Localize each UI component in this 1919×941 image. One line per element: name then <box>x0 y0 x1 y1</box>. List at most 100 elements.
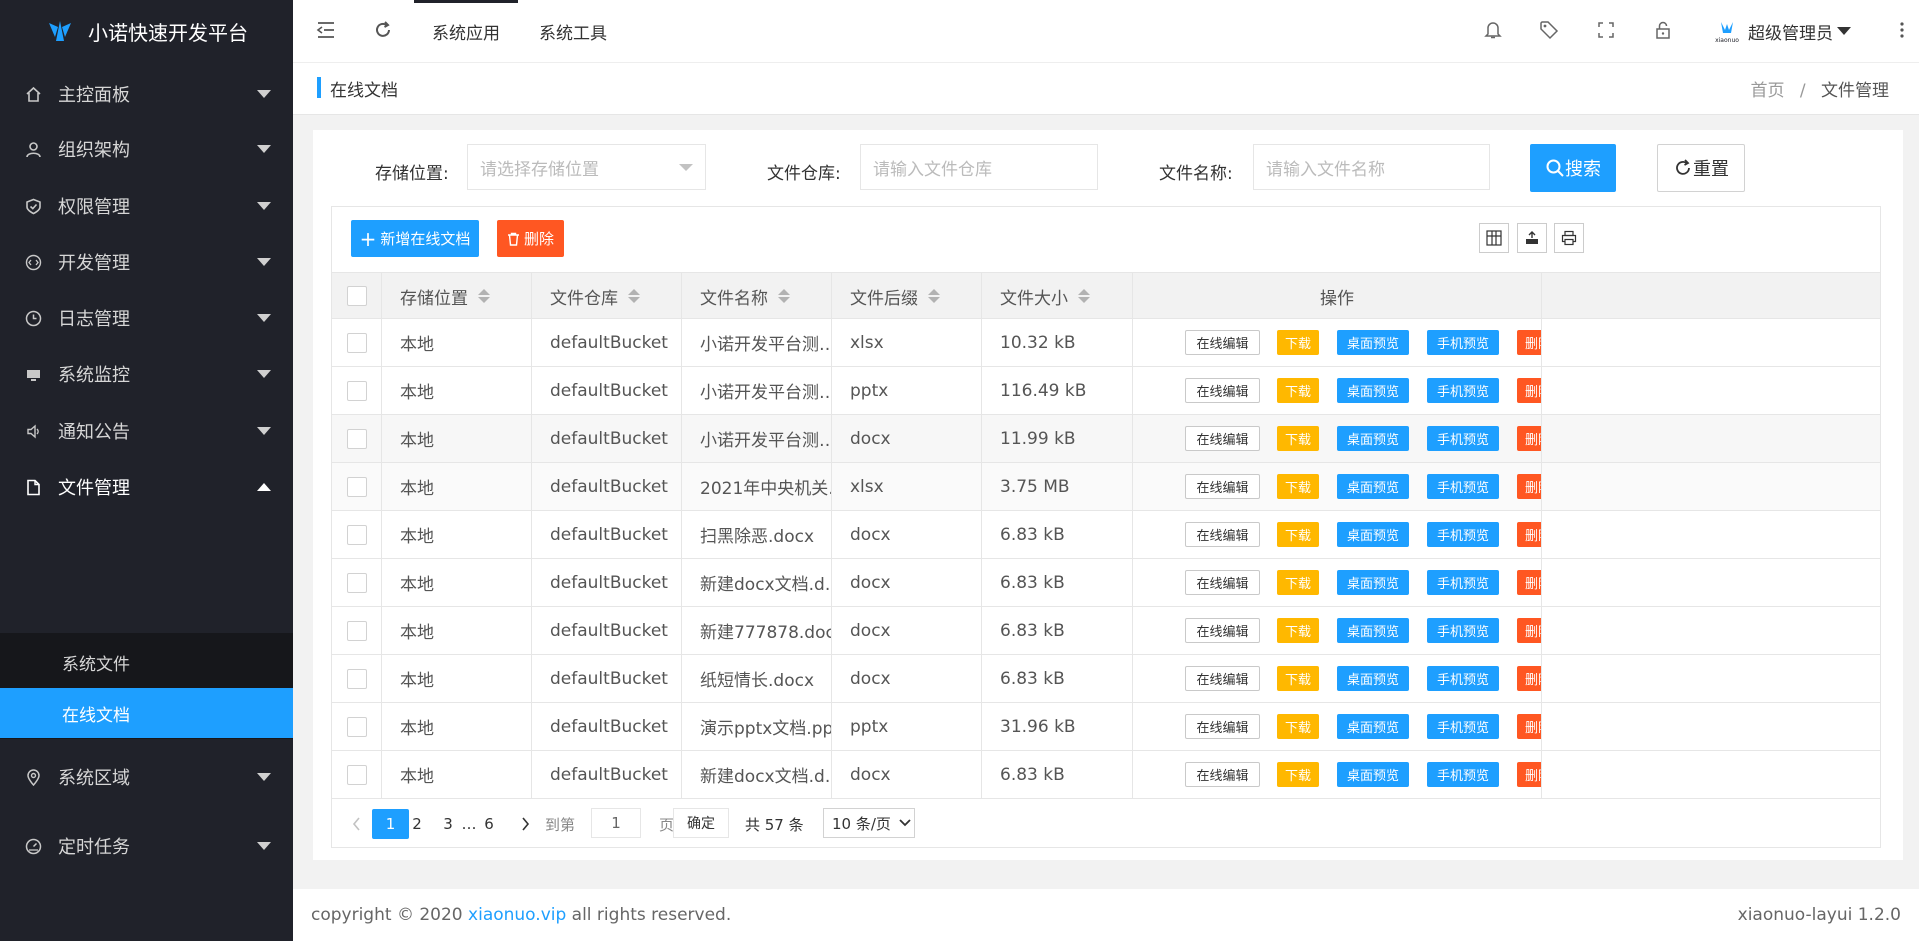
row-delete-button[interactable]: 删除 <box>1517 330 1541 355</box>
col-name[interactable]: 文件名称 <box>682 273 832 319</box>
row-delete-button[interactable]: 删除 <box>1517 378 1541 403</box>
sidebar-item-monitor[interactable]: 系统监控 <box>0 354 293 394</box>
prev-page-icon[interactable] <box>346 809 366 839</box>
export-icon[interactable] <box>1517 223 1547 253</box>
mobile-preview-button[interactable]: 手机预览 <box>1427 714 1499 739</box>
sort-icon[interactable] <box>778 289 790 303</box>
col-suffix[interactable]: 文件后缀 <box>832 273 982 319</box>
page-1[interactable]: 1 <box>372 809 409 839</box>
table-row[interactable]: 本地 defaultBucket 新建docx文档.d… docx 6.83 kB 在线编… <box>332 559 1880 607</box>
mobile-preview-button[interactable]: 手机预览 <box>1427 522 1499 547</box>
reset-button[interactable]: 重置 <box>1657 144 1745 192</box>
online-edit-button[interactable]: 在线编辑 <box>1185 426 1260 451</box>
table-row[interactable]: 本地 defaultBucket 2021年中央机关… xlsx 3.75 MB 在线编辑… <box>332 463 1880 511</box>
table-row[interactable]: 本地defaultBucket演示pptx文档.pptxpptx31.96 kB… <box>332 703 1880 751</box>
row-delete-button[interactable]: 删除 <box>1517 426 1541 451</box>
mobile-preview-button[interactable]: 手机预览 <box>1427 474 1499 499</box>
online-edit-button[interactable]: 在线编辑 <box>1185 522 1260 547</box>
pc-preview-button[interactable]: 桌面预览 <box>1337 426 1409 451</box>
mobile-preview-button[interactable]: 手机预览 <box>1427 762 1499 787</box>
row-checkbox[interactable] <box>347 668 367 689</box>
pc-preview-button[interactable]: 桌面预览 <box>1337 570 1409 595</box>
table-row[interactable]: 本地 defaultBucket 小诺开发平台测… pptx 116.49 kB 在线编辑… <box>332 367 1880 415</box>
download-button[interactable]: 下载 <box>1277 666 1319 691</box>
mobile-preview-button[interactable]: 手机预览 <box>1427 570 1499 595</box>
download-button[interactable]: 下载 <box>1277 522 1319 547</box>
lock-icon[interactable] <box>1651 18 1675 42</box>
breadcrumb-home[interactable]: 首页 <box>1750 81 1784 101</box>
pc-preview-button[interactable]: 桌面预览 <box>1337 522 1409 547</box>
online-edit-button[interactable]: 在线编辑 <box>1185 666 1260 691</box>
pc-preview-button[interactable]: 桌面预览 <box>1337 762 1409 787</box>
row-checkbox[interactable] <box>347 716 367 737</box>
page-2[interactable]: 2 <box>409 809 425 839</box>
table-row[interactable]: 本地 defaultBucket 小诺开发平台测… docx 11.99 kB 在线编辑下… <box>332 415 1880 463</box>
download-button[interactable]: 下载 <box>1277 714 1319 739</box>
pc-preview-button[interactable]: 桌面预览 <box>1337 618 1409 643</box>
row-checkbox[interactable] <box>347 380 367 401</box>
sort-icon[interactable] <box>1078 289 1090 303</box>
mobile-preview-button[interactable]: 手机预览 <box>1427 618 1499 643</box>
app-logo[interactable]: 小诺快速开发平台 <box>0 0 293 62</box>
add-doc-button[interactable]: + 新增在线文档 <box>351 220 479 257</box>
sidebar-item-region[interactable]: 系统区域 <box>0 757 293 797</box>
online-edit-button[interactable]: 在线编辑 <box>1185 474 1260 499</box>
download-button[interactable]: 下载 <box>1277 570 1319 595</box>
sort-icon[interactable] <box>478 289 490 303</box>
storage-select[interactable]: 请选择存储位置 <box>467 144 706 190</box>
goto-confirm-button[interactable]: 确定 <box>673 808 729 838</box>
pc-preview-button[interactable]: 桌面预览 <box>1337 474 1409 499</box>
fullscreen-icon[interactable] <box>1594 18 1618 42</box>
page-3[interactable]: 3 <box>440 809 456 839</box>
tab-system-tools[interactable]: 系统工具 <box>539 0 607 62</box>
bucket-input[interactable]: 请输入文件仓库 <box>860 144 1098 190</box>
sidebar-subitem-online-doc[interactable]: 在线文档 <box>0 688 293 738</box>
sidebar-subitem-system-file[interactable]: 系统文件 <box>0 637 293 687</box>
row-delete-button[interactable]: 删除 <box>1517 714 1541 739</box>
batch-delete-button[interactable]: 删除 <box>497 220 564 257</box>
pc-preview-button[interactable]: 桌面预览 <box>1337 666 1409 691</box>
menu-collapse-icon[interactable] <box>314 18 338 42</box>
name-input[interactable]: 请输入文件名称 <box>1253 144 1490 190</box>
row-delete-button[interactable]: 删除 <box>1517 666 1541 691</box>
sidebar-item-file[interactable]: 文件管理 <box>0 467 293 507</box>
sidebar-item-log[interactable]: 日志管理 <box>0 298 293 338</box>
mobile-preview-button[interactable]: 手机预览 <box>1427 378 1499 403</box>
table-row[interactable]: 本地 defaultBucket 新建docx文档.d… docx 6.83 kB 在线编… <box>332 751 1880 799</box>
tab-system-app[interactable]: 系统应用 <box>414 0 518 62</box>
more-icon[interactable] <box>1890 18 1914 42</box>
sidebar-item-dev[interactable]: 开发管理 <box>0 242 293 282</box>
sidebar-item-dashboard[interactable]: 主控面板 <box>0 74 293 114</box>
download-button[interactable]: 下载 <box>1277 330 1319 355</box>
pc-preview-button[interactable]: 桌面预览 <box>1337 714 1409 739</box>
row-checkbox[interactable] <box>347 428 367 449</box>
row-checkbox[interactable] <box>347 524 367 545</box>
pc-preview-button[interactable]: 桌面预览 <box>1337 330 1409 355</box>
download-button[interactable]: 下载 <box>1277 762 1319 787</box>
tag-icon[interactable] <box>1537 18 1561 42</box>
col-size[interactable]: 文件大小 <box>982 273 1133 319</box>
sidebar-item-auth[interactable]: 权限管理 <box>0 186 293 226</box>
online-edit-button[interactable]: 在线编辑 <box>1185 330 1260 355</box>
download-button[interactable]: 下载 <box>1277 618 1319 643</box>
table-row[interactable]: 本地 defaultBucket 纸短情长.docx docx 6.83 kB 在线编辑下… <box>332 655 1880 703</box>
row-checkbox[interactable] <box>347 476 367 497</box>
pc-preview-button[interactable]: 桌面预览 <box>1337 378 1409 403</box>
sort-icon[interactable] <box>928 289 940 303</box>
row-delete-button[interactable]: 删除 <box>1517 474 1541 499</box>
table-row[interactable]: 本地 defaultBucket 小诺开发平台测… xlsx 10.32 kB 在线编辑下… <box>332 319 1880 367</box>
sidebar-item-notice[interactable]: 通知公告 <box>0 411 293 451</box>
mobile-preview-button[interactable]: 手机预览 <box>1427 666 1499 691</box>
online-edit-button[interactable]: 在线编辑 <box>1185 378 1260 403</box>
row-delete-button[interactable]: 删除 <box>1517 762 1541 787</box>
bell-icon[interactable] <box>1481 18 1505 42</box>
row-checkbox[interactable] <box>347 332 367 353</box>
row-delete-button[interactable]: 删除 <box>1517 618 1541 643</box>
select-all-checkbox[interactable] <box>347 286 367 306</box>
col-bucket[interactable]: 文件仓库 <box>532 273 682 319</box>
table-row[interactable]: 本地 defaultBucket 扫黑除恶.docx docx 6.83 kB 在线编辑下… <box>332 511 1880 559</box>
goto-page-input[interactable]: 1 <box>591 808 641 838</box>
table-row[interactable]: 本地 defaultBucket 新建777878.docx docx 6.83 kB 在… <box>332 607 1880 655</box>
columns-icon[interactable] <box>1479 223 1509 253</box>
sort-icon[interactable] <box>628 289 640 303</box>
